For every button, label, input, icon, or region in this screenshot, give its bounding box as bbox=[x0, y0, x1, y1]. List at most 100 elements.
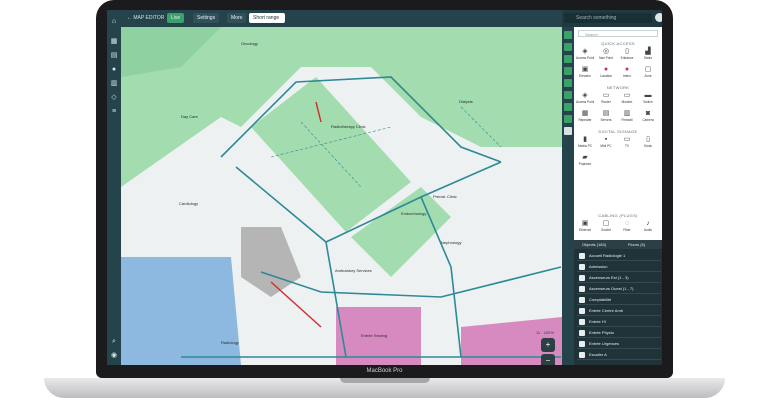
back-button[interactable]: ← MAP EDITOR bbox=[123, 13, 168, 23]
tool-wall-icon[interactable] bbox=[564, 67, 572, 75]
tile-intero[interactable]: ● Intero bbox=[618, 65, 636, 81]
tile-net-access-point[interactable]: ◈ Access Point bbox=[576, 91, 594, 107]
section-quick-access: QUICK ACCESS bbox=[601, 41, 635, 46]
tile-repeater[interactable]: ▦ Repeater bbox=[576, 109, 594, 125]
search-icon[interactable]: ⌕ bbox=[110, 338, 118, 345]
door-icon bbox=[579, 307, 585, 314]
tool-door-icon[interactable] bbox=[564, 79, 572, 87]
range-select[interactable]: Short range bbox=[249, 13, 285, 23]
section-digital-signage: DIGITAL SIGNAGE bbox=[598, 129, 638, 134]
zoom-in-button[interactable]: + bbox=[541, 338, 555, 352]
location-pin-icon bbox=[579, 263, 585, 270]
tool-draw-icon[interactable] bbox=[564, 43, 572, 51]
map-label-day-care: Day Care bbox=[181, 114, 198, 119]
list-icon[interactable]: ≡ bbox=[110, 108, 118, 115]
avatar[interactable] bbox=[655, 13, 662, 22]
tool-measure-icon[interactable] bbox=[564, 103, 572, 111]
tile-nav-point[interactable]: ◎ Nav Point bbox=[597, 47, 615, 63]
tile-router[interactable]: ▭ Router bbox=[597, 91, 615, 107]
map-label-dialysis: Dialysis bbox=[459, 99, 473, 104]
tool-text-icon[interactable] bbox=[564, 115, 572, 123]
map-canvas[interactable]: Oncology Day Care Radiotherapy Clinic Di… bbox=[121, 27, 562, 365]
list-item[interactable]: Entrée Hl bbox=[577, 317, 661, 327]
door-icon: ▯ bbox=[625, 48, 629, 55]
tile-modem[interactable]: ▭ Modem bbox=[618, 91, 636, 107]
tool-select-icon[interactable] bbox=[564, 31, 572, 39]
object-panel: Search QUICK ACCESS ◈ Access Point ◎ Nav P… bbox=[574, 27, 662, 365]
map-label-oncology: Oncology bbox=[241, 41, 258, 46]
tile-fiber[interactable]: ◌ Fiber bbox=[618, 219, 636, 235]
map-label-cardiology: Cardiology bbox=[179, 201, 199, 206]
fiber-icon: ◌ bbox=[624, 220, 630, 227]
map-label-entree-sewing: Entrée Sewing bbox=[361, 333, 388, 338]
tool-image-icon[interactable] bbox=[564, 127, 572, 135]
map-icon[interactable]: ▦ bbox=[110, 38, 118, 45]
list-item[interactable]: Comptabilité bbox=[577, 295, 661, 305]
tile-ethernet[interactable]: ▣ Ethernet bbox=[576, 219, 594, 235]
repeater-icon: ▦ bbox=[581, 110, 589, 117]
router-icon: ▭ bbox=[602, 92, 610, 99]
settings-button[interactable]: Settings bbox=[193, 13, 220, 23]
list-item[interactable]: Entrée Urgences bbox=[577, 339, 661, 349]
tile-camera[interactable]: ◙ Camera bbox=[639, 109, 657, 125]
camera-icon: ◙ bbox=[645, 110, 651, 117]
modem-icon: ▭ bbox=[623, 92, 631, 99]
tool-path-icon[interactable] bbox=[564, 91, 572, 99]
location-pin-icon: ● bbox=[603, 66, 609, 73]
list-item[interactable]: Entrée Centre Amb bbox=[577, 306, 661, 316]
layers-icon[interactable]: ◇ bbox=[110, 94, 118, 101]
map-label-radiology: Radiology bbox=[221, 340, 239, 345]
left-rail: ⌂ ▦ ▤ ● ▥ ◇ ≡ ⌕ ◉ bbox=[107, 10, 121, 365]
plus-icon: + bbox=[545, 340, 551, 349]
user-icon[interactable]: ◉ bbox=[110, 352, 118, 359]
tile-audio[interactable]: ♪ Audio bbox=[639, 219, 657, 235]
tile-projector[interactable]: ▰ Projector bbox=[576, 153, 594, 169]
mini-pc-icon: ▪ bbox=[604, 136, 608, 143]
header-search-input[interactable]: Search something bbox=[564, 13, 652, 23]
panel-tabs: Objects (183) Floors (5) bbox=[574, 240, 662, 250]
tile-mini-pc[interactable]: ▪ Mini PC bbox=[597, 135, 615, 151]
tile-switch[interactable]: ▬ Switch bbox=[639, 91, 657, 107]
tile-tv[interactable]: ▭ TV bbox=[618, 135, 636, 151]
tile-media-pc[interactable]: ▮ Media PC bbox=[576, 135, 594, 151]
list-item[interactable]: Entrée Physio bbox=[577, 328, 661, 338]
door-icon bbox=[579, 318, 585, 325]
topbar: ← MAP EDITOR Live Settings More Short ra… bbox=[121, 10, 562, 27]
audio-icon: ♪ bbox=[646, 220, 650, 227]
list-item[interactable]: Ascenseurs Est (1 - 3) bbox=[577, 273, 661, 283]
list-item[interactable]: Admission bbox=[577, 262, 661, 272]
live-button[interactable]: Live bbox=[167, 13, 185, 23]
list-item[interactable]: Ascenseurs Ouest (1 - 7) bbox=[577, 284, 661, 294]
tile-socket[interactable]: ▢ Socket bbox=[597, 219, 615, 235]
tile-entrance[interactable]: ▯ Entrance bbox=[618, 47, 636, 63]
minus-icon: − bbox=[545, 356, 551, 365]
tile-kiosk[interactable]: ▯ Kiosk bbox=[639, 135, 657, 151]
tab-floors[interactable]: Floors (5) bbox=[628, 240, 645, 249]
more-button[interactable]: More bbox=[227, 13, 247, 23]
map-label-radiotherapy: Radiotherapy Clinic bbox=[331, 124, 366, 129]
ethernet-icon: ▣ bbox=[581, 220, 589, 227]
list-item[interactable]: Accueil Radiologie 1 bbox=[577, 251, 661, 261]
zone-icon: ▢ bbox=[644, 66, 652, 73]
tool-zone-icon[interactable] bbox=[564, 55, 572, 63]
list-item[interactable]: Escalier A bbox=[577, 350, 661, 360]
building-icon[interactable]: ▤ bbox=[110, 52, 118, 59]
tile-zone[interactable]: ▢ Zone bbox=[639, 65, 657, 81]
stairs-icon bbox=[579, 351, 585, 358]
tile-stairs[interactable]: ▟ Stairs bbox=[639, 47, 657, 63]
tile-access-point[interactable]: ◈ Access Point bbox=[576, 47, 594, 63]
pin-icon[interactable]: ● bbox=[110, 66, 118, 73]
section-cabling: CABLING (PLUGS) bbox=[598, 213, 638, 218]
tile-location[interactable]: ● Location bbox=[597, 65, 615, 81]
home-icon[interactable]: ⌂ bbox=[110, 18, 118, 25]
map-label-nephrology: Nephrology bbox=[441, 240, 462, 245]
tile-elevator[interactable]: ▣ Elevator bbox=[576, 65, 594, 81]
panel-search-input[interactable]: Search bbox=[578, 30, 658, 37]
chart-icon[interactable]: ▥ bbox=[110, 80, 118, 87]
door-icon bbox=[579, 340, 585, 347]
object-icon bbox=[579, 252, 585, 259]
gray-zone bbox=[241, 227, 301, 297]
zoom-out-button[interactable]: − bbox=[541, 354, 555, 365]
tile-servers[interactable]: ▤ Servers bbox=[597, 109, 615, 125]
tile-firewall[interactable]: ▥ Firewall bbox=[618, 109, 636, 125]
